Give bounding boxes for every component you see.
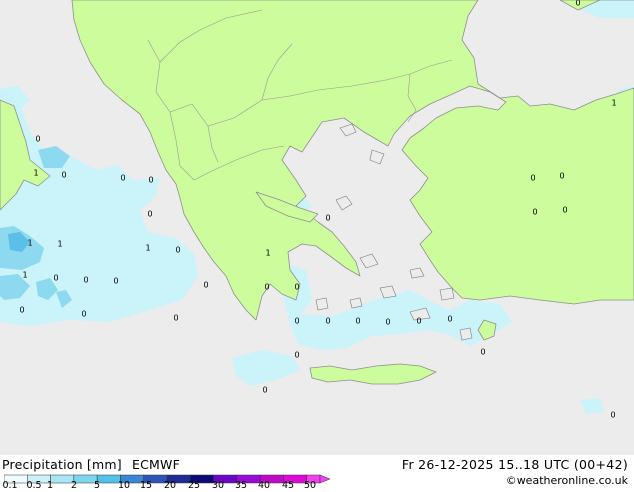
point-value: 0: [120, 174, 125, 183]
point-value: 0: [147, 210, 152, 219]
point-value: 1: [57, 240, 62, 249]
legend-title: Precipitation [mm] ECMWF: [2, 457, 186, 472]
point-value: 0: [264, 283, 269, 292]
point-value: 1: [22, 271, 27, 280]
valid-time: Fr 26-12-2025 15..18 UTC (00+42): [401, 457, 628, 472]
precipitation-map-canvas: 0 1 0 0 0 0 1 1 1 0 1 0 1 0 0 0 0 0 0 0 0 0 0 0 0 0 0 0 0 0 0 0 0 0 0 0 1 0: [0, 0, 634, 455]
point-value: 0: [294, 317, 299, 326]
point-value: 0: [532, 208, 537, 217]
point-value: 0: [83, 276, 88, 285]
point-value: 0: [385, 318, 390, 327]
point-value: 0: [559, 172, 564, 181]
color-scale-tick-label: 45: [281, 480, 295, 491]
point-value: 0: [294, 283, 299, 292]
color-scale-tick-label: 25: [187, 480, 201, 491]
point-value: 0: [262, 386, 267, 395]
island-7: [349, 297, 363, 309]
point-value: 0: [416, 317, 421, 326]
color-scale-tick-label: 20: [163, 480, 177, 491]
point-value: 0: [175, 246, 180, 255]
point-value: 0: [447, 315, 452, 324]
point-value: 0: [19, 306, 24, 315]
point-value: 0: [61, 171, 66, 180]
point-value: 0: [325, 317, 330, 326]
point-value: 0: [355, 317, 360, 326]
point-value: 0: [81, 310, 86, 319]
color-scale-tick-label: 50: [303, 480, 317, 491]
color-scale-tick-label: 0.5: [26, 480, 42, 491]
color-scale-ticks: 0.1 0.5 1 2 5 10 15 20 25 30 35 40 45 50: [0, 480, 330, 492]
island-10: [459, 327, 473, 341]
color-scale-tick-label: 2: [70, 480, 78, 491]
point-value: 0: [530, 174, 535, 183]
product-title: Precipitation [mm]: [2, 457, 122, 472]
color-scale-tick-label: 40: [257, 480, 271, 491]
weather-map: 0 1 0 0 0 0 1 1 1 0 1 0 1 0 0 0 0 0 0 0 0 0 0 0 0 0 0 0 0 0 0 0 0 0 0 0 1 0: [0, 0, 634, 455]
point-value: 0: [610, 411, 615, 420]
legend-footer: Precipitation [mm] ECMWF Fr 26-12-2025 1…: [0, 455, 634, 492]
point-value: 0: [562, 206, 567, 215]
point-value: 0: [173, 314, 178, 323]
point-value: 0: [148, 176, 153, 185]
point-value: 1: [145, 244, 150, 253]
credit-link[interactable]: ©weatheronline.co.uk: [506, 474, 628, 487]
point-value: 0: [35, 135, 40, 144]
color-scale-tick-label: 15: [139, 480, 153, 491]
point-value: 1: [27, 239, 32, 248]
point-value: 0: [203, 281, 208, 290]
color-scale-tick-label: 10: [117, 480, 131, 491]
point-value: 1: [33, 169, 38, 178]
color-scale-tick-label: 5: [93, 480, 101, 491]
color-scale-tick-label: 30: [211, 480, 225, 491]
color-scale-tick-label: 35: [234, 480, 248, 491]
model-name: ECMWF: [132, 457, 180, 472]
point-value: 1: [265, 249, 270, 258]
point-value: 0: [325, 214, 330, 223]
point-value: 0: [294, 351, 299, 360]
point-value: 0: [53, 274, 58, 283]
point-value: 0: [575, 0, 580, 8]
color-scale-tick-label: 1: [46, 480, 54, 491]
point-value: 0: [480, 348, 485, 357]
point-value: 0: [113, 277, 118, 286]
point-value: 1: [611, 99, 616, 108]
color-scale-tick-label: 0.1: [2, 480, 18, 491]
island-8: [315, 297, 329, 311]
island-9: [439, 287, 455, 301]
